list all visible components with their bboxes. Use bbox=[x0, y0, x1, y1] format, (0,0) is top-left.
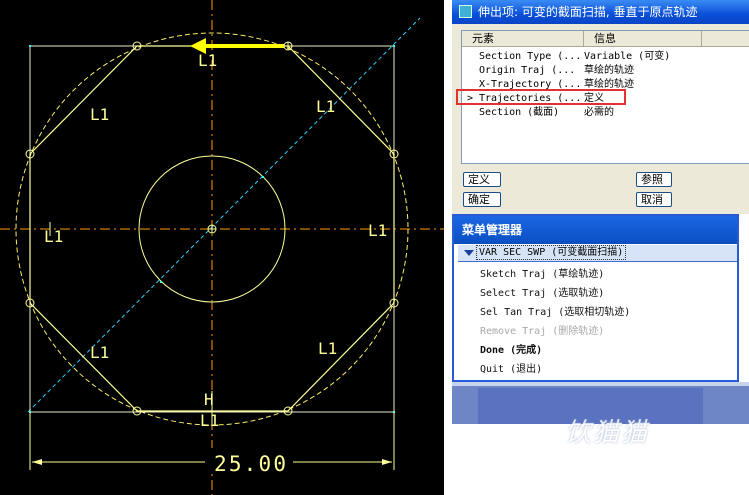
menu-item-sketch-traj[interactable]: Sketch Traj (草绘轨迹) bbox=[480, 268, 604, 282]
menu-manager-title-bar: 菜单管理器 bbox=[454, 216, 737, 244]
sketch-point bbox=[262, 176, 264, 178]
menu-item-remove-traj: Remove Traj (删除轨迹) bbox=[480, 326, 605, 337]
column-header-element[interactable]: 元素 bbox=[462, 31, 584, 47]
list-item[interactable]: Section Type (... Variable (可变) bbox=[462, 50, 749, 64]
constraint-label: H bbox=[204, 390, 214, 409]
list-item[interactable]: Origin Traj (... 草绘的轨迹 bbox=[462, 64, 749, 78]
column-header-info[interactable]: 信息 bbox=[584, 31, 702, 47]
menu-item-select-traj[interactable]: Select Traj (选取轨迹) bbox=[480, 287, 604, 301]
submenu-header[interactable]: VAR SEC SWP (可变截面扫描) bbox=[458, 245, 737, 262]
define-button[interactable]: 定义 bbox=[463, 172, 501, 187]
feature-dialog: 伸出项: 可变的截面扫描, 垂直于原点轨迹 元素 信息 Section Type… bbox=[452, 0, 749, 214]
constraint-label: L1 bbox=[90, 343, 109, 362]
element-info: 必需的 bbox=[584, 107, 614, 118]
element-name: Section Type (... bbox=[479, 51, 582, 62]
watermark: 饮猫猫 bbox=[565, 418, 650, 448]
chevron-down-icon[interactable] bbox=[464, 250, 474, 256]
sketch-point bbox=[393, 45, 395, 47]
element-name: Origin Traj (... bbox=[479, 65, 576, 76]
list-item[interactable]: Section (截面) 必需的 bbox=[462, 106, 749, 120]
window-strip bbox=[452, 382, 749, 386]
column-header-spacer bbox=[702, 31, 749, 47]
constraint-label: L1 bbox=[316, 97, 335, 116]
constraint-label: L1 bbox=[198, 51, 217, 70]
sketch-drawing: L1 L1 L1 L1 L1 L1 L1 L1 H 25.00 bbox=[0, 0, 444, 495]
constraint-label: L1 bbox=[200, 411, 219, 430]
sketch-point bbox=[160, 281, 162, 283]
element-info: Variable (可变) bbox=[584, 51, 671, 62]
dialog-title: 伸出项: 可变的截面扫描, 垂直于原点轨迹 bbox=[478, 5, 698, 19]
menu-item-quit[interactable]: Quit (退出) bbox=[480, 363, 542, 377]
dialog-title-bar: 伸出项: 可变的截面扫描, 垂直于原点轨迹 bbox=[452, 0, 749, 24]
element-name: Section (截面) bbox=[479, 107, 560, 118]
cancel-button[interactable]: 取消 bbox=[636, 192, 672, 207]
submenu-label: VAR SEC SWP (可变截面扫描) bbox=[476, 245, 627, 260]
menu-item-done[interactable]: Done (完成) bbox=[480, 344, 542, 358]
sketch-canvas[interactable]: L1 L1 L1 L1 L1 L1 L1 L1 H 25.00 bbox=[0, 0, 444, 495]
sketch-point bbox=[29, 45, 31, 47]
diagonal-centerline bbox=[27, 17, 421, 413]
dimension-value: 25.00 bbox=[214, 452, 286, 476]
constraint-label: L1 bbox=[90, 105, 109, 124]
constraint-label: L1 bbox=[318, 339, 337, 358]
ok-button[interactable]: 确定 bbox=[463, 192, 501, 207]
menu-item-sel-tan-traj[interactable]: Sel Tan Traj (选取相切轨迹) bbox=[480, 306, 630, 320]
refs-button[interactable]: 参照 bbox=[636, 172, 672, 187]
highlight-annotation-box bbox=[456, 89, 626, 105]
constraint-label: L1 bbox=[368, 221, 387, 240]
constraint-label: L1 bbox=[44, 227, 63, 246]
element-info: 草绘的轨迹 bbox=[584, 65, 634, 76]
menu-manager-title: 菜单管理器 bbox=[462, 223, 523, 237]
window-icon bbox=[459, 5, 472, 18]
menu-manager: 菜单管理器 VAR SEC SWP (可变截面扫描) Sketch Traj (… bbox=[452, 214, 739, 382]
